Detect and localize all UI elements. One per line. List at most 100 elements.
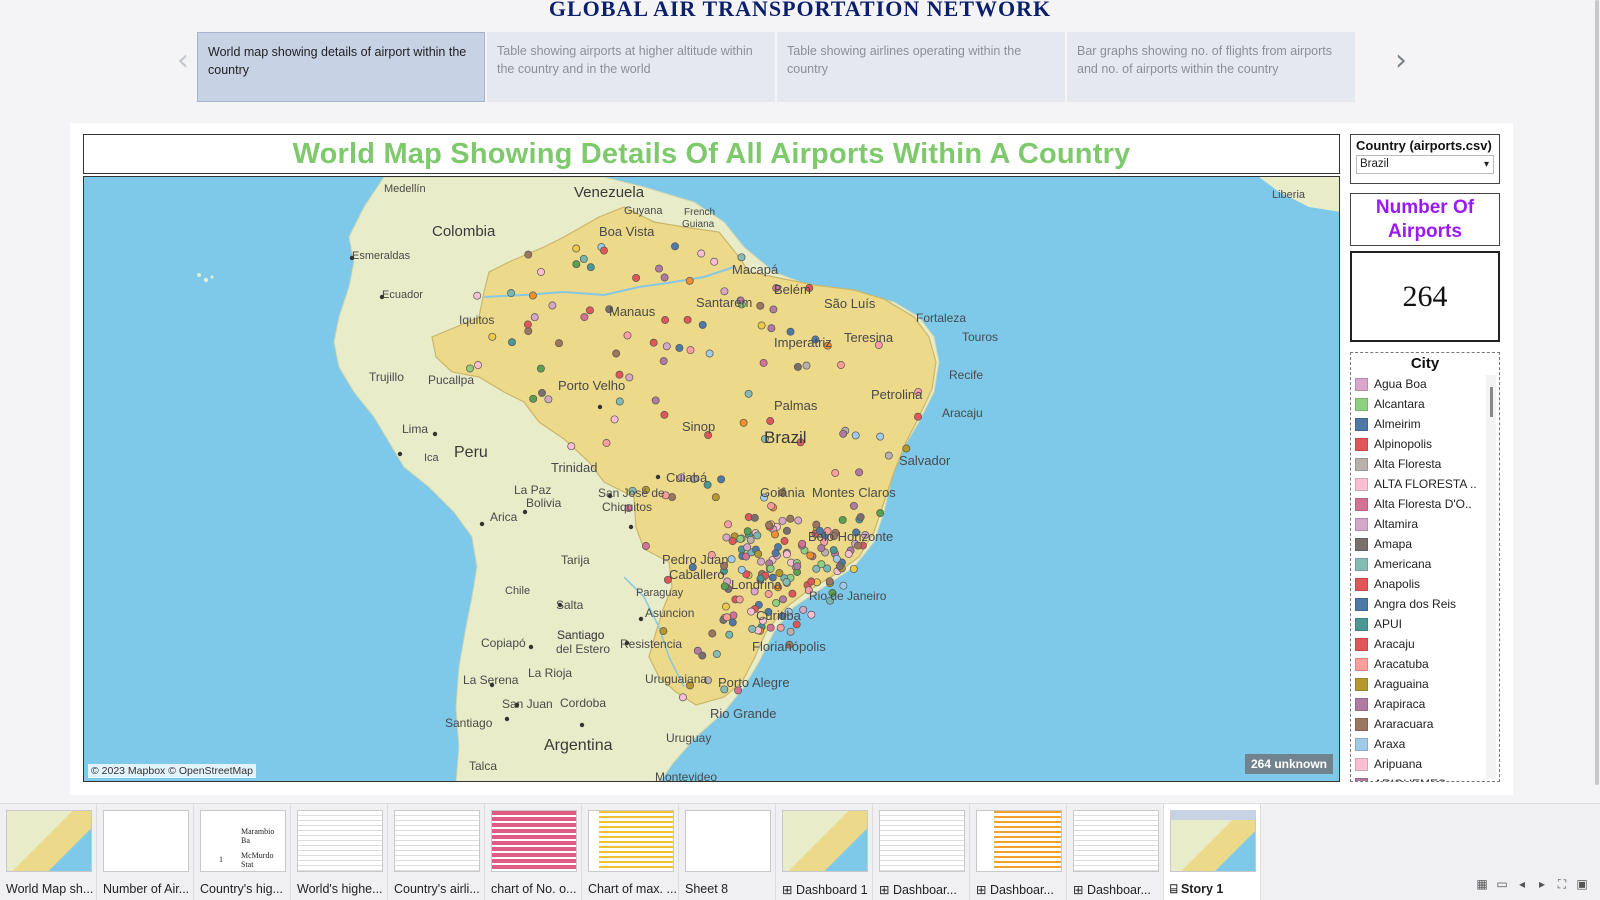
airport-marker[interactable] bbox=[771, 530, 779, 539]
page-scroll-thumb[interactable] bbox=[1595, 0, 1599, 785]
airport-marker[interactable] bbox=[743, 543, 752, 552]
sheet-tab[interactable]: ⊞ Dashboard 1 bbox=[776, 804, 873, 900]
airport-marker[interactable] bbox=[754, 550, 763, 558]
airport-marker[interactable] bbox=[586, 263, 595, 272]
airport-marker[interactable] bbox=[747, 607, 756, 616]
airport-marker[interactable] bbox=[632, 273, 641, 282]
legend-item[interactable]: Agua Boa bbox=[1355, 374, 1481, 394]
airport-marker[interactable] bbox=[641, 542, 650, 550]
legend-item[interactable]: Alta Floresta bbox=[1355, 454, 1481, 474]
airport-marker[interactable] bbox=[580, 313, 589, 322]
airport-marker[interactable] bbox=[737, 565, 746, 574]
airport-marker[interactable] bbox=[780, 537, 789, 545]
legend-item[interactable]: Araxa bbox=[1355, 734, 1481, 754]
airport-marker[interactable] bbox=[728, 537, 737, 546]
airport-marker[interactable] bbox=[778, 516, 787, 525]
airport-marker[interactable] bbox=[838, 515, 847, 524]
airport-marker[interactable] bbox=[705, 349, 714, 358]
airport-marker[interactable] bbox=[802, 361, 811, 370]
legend-item[interactable]: Alta Floresta D'O.. bbox=[1355, 494, 1481, 514]
airport-marker[interactable] bbox=[717, 475, 726, 484]
airport-marker[interactable] bbox=[727, 555, 736, 564]
airport-marker[interactable] bbox=[837, 361, 845, 369]
airport-marker[interactable] bbox=[659, 627, 668, 636]
sheet-tab[interactable]: ⊞ Dashboar... bbox=[970, 804, 1067, 900]
legend-item[interactable]: Almeirim bbox=[1355, 414, 1481, 434]
sheet-tab[interactable]: ⊞ Dashboar... bbox=[873, 804, 970, 900]
airport-marker[interactable] bbox=[729, 611, 738, 620]
legend-item[interactable]: APUI bbox=[1355, 614, 1481, 634]
present-icon[interactable]: ▣ bbox=[1576, 878, 1588, 890]
airport-marker[interactable] bbox=[668, 493, 677, 502]
airport-marker[interactable] bbox=[698, 320, 707, 329]
airport-marker[interactable] bbox=[728, 618, 737, 627]
map-attribution[interactable]: © 2023 Mapbox © OpenStreetMap bbox=[88, 764, 256, 778]
legend-item[interactable]: Aracatuba bbox=[1355, 654, 1481, 674]
legend-scroll-thumb[interactable] bbox=[1490, 387, 1493, 417]
airport-marker[interactable] bbox=[782, 578, 791, 586]
airport-marker[interactable] bbox=[835, 562, 844, 571]
airport-marker[interactable] bbox=[651, 396, 660, 405]
sheet-tab[interactable]: Sheet 8 bbox=[679, 804, 776, 900]
airport-marker[interactable] bbox=[786, 627, 795, 636]
airport-marker[interactable] bbox=[659, 357, 668, 366]
fullscreen-icon[interactable]: ⛶ bbox=[1556, 878, 1568, 890]
airport-marker[interactable] bbox=[523, 320, 532, 329]
airport-marker[interactable] bbox=[508, 338, 516, 347]
airport-marker[interactable] bbox=[765, 521, 773, 529]
airport-marker[interactable] bbox=[766, 417, 775, 425]
airport-marker[interactable] bbox=[750, 513, 759, 522]
airport-marker[interactable] bbox=[655, 264, 663, 273]
story-point-1[interactable]: World map showing details of airport wit… bbox=[197, 32, 485, 102]
airport-marker[interactable] bbox=[661, 316, 670, 324]
airport-marker[interactable] bbox=[856, 513, 865, 522]
airport-marker[interactable] bbox=[851, 431, 860, 440]
sheet-tab[interactable]: chart of No. o... bbox=[485, 804, 582, 900]
airport-marker[interactable] bbox=[710, 257, 719, 266]
airport-marker[interactable] bbox=[786, 514, 795, 523]
airport-marker[interactable] bbox=[473, 291, 482, 300]
chevron-down-icon[interactable]: ▾ bbox=[1484, 156, 1489, 173]
airport-marker[interactable] bbox=[708, 629, 717, 638]
airport-marker[interactable] bbox=[660, 410, 669, 419]
grid-view-icon[interactable]: ▦ bbox=[1476, 878, 1488, 890]
legend-item[interactable]: Alpinopolis bbox=[1355, 434, 1481, 454]
airport-marker[interactable] bbox=[746, 535, 755, 544]
airport-marker[interactable] bbox=[725, 630, 734, 639]
airport-marker[interactable] bbox=[675, 343, 684, 352]
airport-marker[interactable] bbox=[528, 291, 537, 300]
airport-marker[interactable] bbox=[902, 444, 911, 453]
airport-marker[interactable] bbox=[685, 276, 694, 285]
airport-marker[interactable] bbox=[825, 577, 834, 586]
airport-marker[interactable] bbox=[671, 242, 679, 251]
legend-item[interactable]: Angra dos Reis bbox=[1355, 594, 1481, 614]
legend-item[interactable]: ALTA FLORESTA .. bbox=[1355, 474, 1481, 494]
map-canvas[interactable]: Venezuela Medellín Guyana FrenchGuiana Boa V… bbox=[84, 177, 1340, 782]
story-point-4[interactable]: Bar graphs showing no. of flights from a… bbox=[1067, 32, 1355, 102]
airport-marker[interactable] bbox=[757, 321, 766, 330]
story-next-icon[interactable]: › bbox=[1390, 46, 1412, 76]
airport-marker[interactable] bbox=[536, 364, 545, 373]
airport-marker[interactable] bbox=[600, 246, 608, 255]
airport-marker[interactable] bbox=[612, 349, 621, 358]
airport-marker[interactable] bbox=[721, 602, 730, 611]
airport-marker[interactable] bbox=[884, 451, 893, 460]
airport-marker[interactable] bbox=[772, 598, 781, 607]
sheet-tab[interactable]: Country's airli... bbox=[388, 804, 485, 900]
story-point-3[interactable]: Table showing airlines operating within … bbox=[777, 32, 1065, 102]
airport-marker[interactable] bbox=[724, 520, 733, 529]
legend-item[interactable]: Arapiraca bbox=[1355, 694, 1481, 714]
airport-marker[interactable] bbox=[806, 551, 815, 560]
airport-marker[interactable] bbox=[548, 301, 557, 310]
airport-marker[interactable] bbox=[771, 549, 780, 558]
airport-marker[interactable] bbox=[662, 342, 671, 351]
airport-marker[interactable] bbox=[829, 546, 838, 555]
airport-marker[interactable] bbox=[807, 577, 816, 586]
country-filter-dropdown[interactable]: Brazil ▾ bbox=[1356, 155, 1494, 174]
airport-marker[interactable] bbox=[712, 650, 721, 659]
airport-marker[interactable] bbox=[697, 249, 706, 258]
airport-marker[interactable] bbox=[572, 260, 581, 269]
airport-marker[interactable] bbox=[610, 415, 619, 424]
airport-marker[interactable] bbox=[686, 346, 695, 355]
airport-marker[interactable] bbox=[756, 301, 765, 310]
